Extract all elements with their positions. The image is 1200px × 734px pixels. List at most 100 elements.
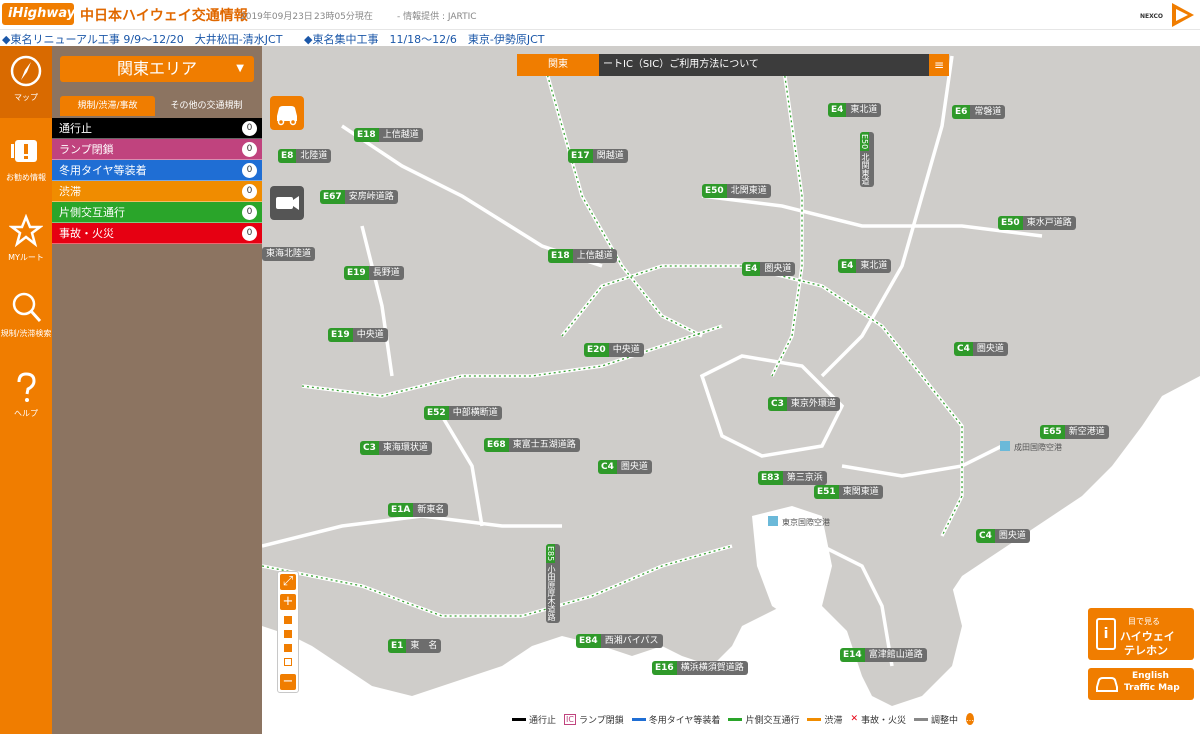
- road-badge-vertical[interactable]: E50 北関東道: [860, 132, 874, 188]
- zoom-step[interactable]: [284, 630, 292, 638]
- nav-recommend[interactable]: お勧め情報: [0, 128, 52, 200]
- zoom-step[interactable]: [284, 616, 292, 624]
- nav-search[interactable]: 規制/渋滞検索: [0, 282, 52, 354]
- legend-label: 渋滞: [59, 185, 81, 198]
- panel-tabs: 規制/渋滞/事故 その他の交通規制: [60, 96, 254, 116]
- road-badge[interactable]: C4 圏央道: [976, 529, 1030, 543]
- ticker-item[interactable]: ◆東名リニューアル工事 9/9～12/20 大井松田-清水JCT: [2, 31, 282, 47]
- logo[interactable]: iHighway: [2, 3, 75, 25]
- place-narita: 成田国際空港: [1014, 443, 1062, 452]
- road-badge[interactable]: E19 長野道: [344, 266, 404, 280]
- narita-airport-icon: [1000, 441, 1010, 451]
- road-badge-vertical[interactable]: E85 小田原厚木道路: [546, 544, 560, 624]
- legend-count: 0: [242, 121, 257, 136]
- region-label[interactable]: 関東: [517, 54, 599, 76]
- legend-row-congestion[interactable]: 渋滞 0: [52, 181, 262, 202]
- road-num: E85: [546, 544, 555, 564]
- legend-count: 0: [242, 163, 257, 178]
- car-icon: [1096, 677, 1118, 692]
- search-icon: [12, 292, 42, 323]
- compass-icon: [10, 55, 42, 87]
- legend-row-ramp[interactable]: ランプ閉鎖 0: [52, 139, 262, 160]
- area-select[interactable]: 関東エリア ▼: [60, 56, 254, 82]
- road-badge[interactable]: E14 富津館山道路: [840, 648, 927, 662]
- road-badge[interactable]: C3 東京外環道: [768, 397, 840, 411]
- legend-row-alternate[interactable]: 片側交互通行 0: [52, 202, 262, 223]
- road-badge[interactable]: E52 中部横断道: [424, 406, 502, 420]
- road-badge[interactable]: E20 中央道: [584, 343, 644, 357]
- camera-button[interactable]: [270, 186, 304, 220]
- road-name: 北関東道: [861, 153, 870, 186]
- nav-label: ヘルプ: [14, 409, 38, 418]
- zoom-out-button[interactable]: −: [280, 674, 296, 690]
- update-time: 23時05分現在: [314, 12, 373, 22]
- nav-label: お勧め情報: [6, 173, 46, 182]
- legend-label: ランプ閉鎖: [59, 143, 114, 156]
- road-badge[interactable]: E19 中央道: [328, 328, 388, 342]
- road-badge[interactable]: C4 圏央道: [598, 460, 652, 474]
- nav-myroute[interactable]: MYルート: [0, 206, 52, 278]
- legend-count: 0: [242, 184, 257, 199]
- road-badge[interactable]: E67 安房峠道路: [320, 190, 398, 204]
- road-badge[interactable]: E50 北関東道: [702, 184, 771, 198]
- ticker-item[interactable]: ◆東名集中工事 11/18～12/6 東京-伊勢原JCT: [304, 31, 544, 47]
- highway-telephone-button[interactable]: i 目で見る ハイウェイ テレホン: [1088, 608, 1194, 660]
- road-badge[interactable]: E6 常磐道: [952, 105, 1006, 119]
- legend-row-closure[interactable]: 通行止 0: [52, 118, 262, 139]
- road-badge[interactable]: E16 横浜横須賀道路: [652, 661, 748, 675]
- road-badge[interactable]: E18 上信越道: [354, 128, 423, 142]
- road-badge[interactable]: E17 関越道: [568, 149, 628, 163]
- zoom-step[interactable]: [284, 644, 292, 652]
- road-badge[interactable]: E68 東富士五湖道路: [484, 438, 580, 452]
- road-badge[interactable]: E4 東北道: [828, 103, 882, 117]
- map-legend-item: 渋滞: [807, 713, 842, 726]
- legend-more-icon[interactable]: …: [966, 713, 975, 725]
- region-bar[interactable]: 関東 ートIC（SIC）ご利用方法について ≡: [517, 54, 949, 76]
- road-badge[interactable]: E84 西湘バイパス: [576, 634, 663, 648]
- app: iHighway 中日本ハイウェイ交通情報 2019年09月23日 23時05分…: [0, 0, 1200, 734]
- road-badge[interactable]: E83 第三京浜: [758, 471, 827, 485]
- legend-row-accident[interactable]: 事故・火災 0: [52, 223, 262, 244]
- map-legend-item: ✕ 事故・火災: [850, 714, 907, 726]
- nav-map[interactable]: マップ: [0, 46, 52, 118]
- zoom-step-current[interactable]: [284, 658, 292, 666]
- notice-message[interactable]: ートIC（SIC）ご利用方法について: [603, 54, 759, 76]
- traffic-map[interactable]: 成田国際空港 東京国際空港 E18 上信越道 E17 関越道 E4 東北道 E6 常磐道…: [262, 46, 1200, 734]
- road-badge[interactable]: E50 東水戸道路: [998, 216, 1076, 230]
- menu-icon[interactable]: ≡: [929, 54, 949, 76]
- road-num: E50: [860, 132, 869, 152]
- traffic-panel: 関東エリア ▼ 規制/渋滞/事故 その他の交通規制 通行止 0 ランプ閉鎖 0 冬用…: [52, 46, 262, 734]
- road-badge[interactable]: E1A 新東名: [388, 503, 449, 517]
- road-badge[interactable]: C4 圏央道: [954, 342, 1008, 356]
- fullscreen-icon[interactable]: ⤢: [280, 574, 296, 590]
- road-badge[interactable]: E4 圏央道: [742, 262, 796, 276]
- map-legend-item: 冬用タイヤ等装着: [631, 713, 720, 726]
- site-title: 中日本ハイウェイ交通情報: [80, 8, 248, 24]
- tab-regulation[interactable]: 規制/渋滞/事故: [60, 96, 155, 116]
- left-nav: マップ お勧め情報 MYルート 規制/渋滞検索 ヘルプ: [0, 46, 52, 734]
- provider: - 情報提供 : JARTIC: [397, 12, 477, 22]
- area-select-value: 関東エリア: [116, 59, 197, 78]
- road-badge[interactable]: 東海北陸道: [262, 247, 316, 261]
- english-map-button[interactable]: English Traffic Map: [1088, 668, 1194, 700]
- legend-row-winter-tire[interactable]: 冬用タイヤ等装着 0: [52, 160, 262, 181]
- car-icon: [277, 106, 297, 126]
- road-badge[interactable]: E65 新空港道: [1040, 425, 1109, 439]
- road-badge[interactable]: E4 東北道: [838, 259, 892, 273]
- news-ticker[interactable]: ◆東名リニューアル工事 9/9～12/20 大井松田-清水JCT ◆東名集中工事…: [0, 30, 1200, 46]
- road-badge[interactable]: E1 東 名: [388, 639, 442, 653]
- zoom-in-button[interactable]: +: [280, 594, 296, 610]
- tel-line1: 目で見る: [1128, 617, 1160, 626]
- road-badge[interactable]: E18 上信越道: [548, 249, 617, 263]
- nexco-logo[interactable]: NEXCO: [1136, 1, 1196, 29]
- english-line2: Traffic Map: [1124, 683, 1180, 693]
- zoom-control: ⤢ + −: [277, 571, 299, 693]
- road-badge[interactable]: E51 東関東道: [814, 485, 883, 499]
- car-button[interactable]: [270, 96, 304, 130]
- tab-other-regulation[interactable]: その他の交通規制: [159, 96, 254, 116]
- camera-icon: [276, 196, 299, 210]
- nav-help[interactable]: ヘルプ: [0, 362, 52, 434]
- road-badge[interactable]: C3 東海環状道: [360, 441, 432, 455]
- road-badge[interactable]: E8 北陸道: [278, 149, 332, 163]
- ramp-mark-icon: IC: [564, 713, 576, 725]
